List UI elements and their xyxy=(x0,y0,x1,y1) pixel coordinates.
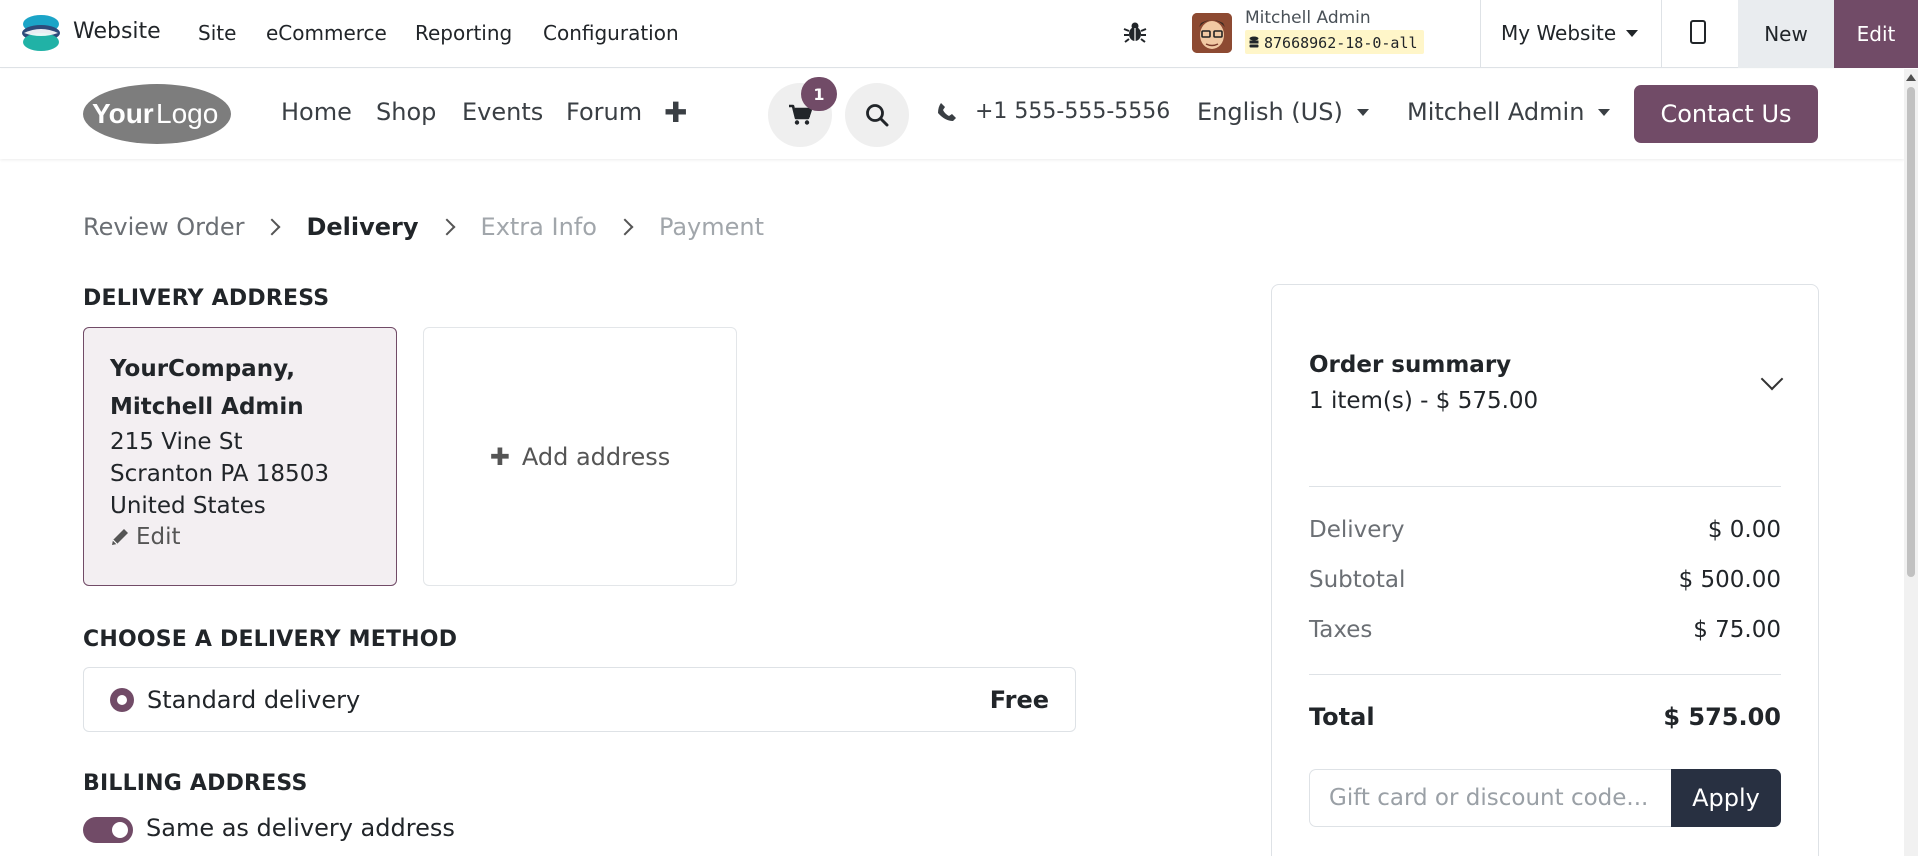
database-icon xyxy=(1249,36,1259,48)
summary-value: $ 0.00 xyxy=(1707,517,1781,543)
language-selector[interactable]: English (US) xyxy=(1197,98,1369,126)
menu-ecommerce[interactable]: eCommerce xyxy=(266,21,387,45)
website-app-icon[interactable] xyxy=(20,12,62,54)
caret-down-icon xyxy=(1626,29,1639,37)
admin-navbar: Website Site eCommerce Reporting Configu… xyxy=(0,0,1918,68)
phone-number: +1 555-555-5556 xyxy=(975,99,1171,124)
selected-address-card[interactable]: YourCompany, Mitchell Admin 215 Vine St … xyxy=(83,327,397,586)
menu-reporting[interactable]: Reporting xyxy=(415,21,512,45)
website-header: Your Logo Home Shop Events Forum ✚ 1 +1 … xyxy=(0,69,1904,159)
step-payment: Payment xyxy=(658,213,765,241)
edit-address-link[interactable]: Edit xyxy=(110,524,396,550)
summary-row-total: Total $ 575.00 xyxy=(1309,703,1781,731)
total-label: Total xyxy=(1309,703,1375,731)
same-as-delivery-toggle[interactable] xyxy=(83,817,133,843)
user-dropdown[interactable]: Mitchell Admin xyxy=(1407,98,1611,126)
divider xyxy=(1309,674,1781,675)
summary-label: Taxes xyxy=(1309,617,1373,643)
summary-row-taxes: Taxes $ 75.00 xyxy=(1309,617,1781,643)
same-as-delivery-label: Same as delivery address xyxy=(146,814,455,842)
order-summary-items: 1 item(s) - $ 575.00 xyxy=(1309,388,1539,414)
delivery-method-heading: CHOOSE A DELIVERY METHOD xyxy=(83,627,458,652)
add-menu-plus-icon[interactable]: ✚ xyxy=(664,96,687,129)
app-name[interactable]: Website xyxy=(73,19,161,44)
debug-bug-icon[interactable] xyxy=(1122,19,1148,45)
divider xyxy=(1309,486,1781,487)
menu-configuration[interactable]: Configuration xyxy=(543,21,679,45)
database-name: 87668962-18-0-all xyxy=(1264,34,1418,52)
nav-forum[interactable]: Forum xyxy=(566,98,642,126)
address-company: YourCompany, xyxy=(110,356,296,382)
admin-user-name[interactable]: Mitchell Admin xyxy=(1245,8,1371,28)
caret-down-icon xyxy=(1356,108,1369,116)
search-button[interactable] xyxy=(845,83,909,147)
nav-home[interactable]: Home xyxy=(281,98,352,126)
caret-down-icon xyxy=(1598,108,1611,116)
checkout-steps: Review Order Delivery Extra Info Payment xyxy=(83,213,764,241)
delivery-method-price: Free xyxy=(989,686,1049,714)
summary-label: Delivery xyxy=(1309,517,1405,543)
search-icon xyxy=(866,104,889,127)
mobile-preview-icon[interactable] xyxy=(1690,20,1706,44)
chevron-down-icon[interactable] xyxy=(1760,367,1784,391)
address-street: 215 Vine St xyxy=(110,429,243,455)
delivery-address-heading: DELIVERY ADDRESS xyxy=(83,286,330,311)
user-dropdown-label: Mitchell Admin xyxy=(1407,98,1585,126)
summary-row-subtotal: Subtotal $ 500.00 xyxy=(1309,567,1781,593)
phone-link[interactable]: +1 555-555-5556 xyxy=(937,99,1170,124)
summary-row-delivery: Delivery $ 0.00 xyxy=(1309,517,1781,543)
address-city: Scranton PA 18503 xyxy=(110,461,329,487)
step-extra-info: Extra Info xyxy=(480,213,597,241)
add-address-card[interactable]: ✚ Add address xyxy=(423,327,737,586)
website-switcher[interactable]: My Website xyxy=(1501,21,1639,45)
step-delivery: Delivery xyxy=(306,213,419,241)
summary-label: Subtotal xyxy=(1309,567,1406,593)
promo-code-form: Apply xyxy=(1309,769,1781,827)
website-switcher-label: My Website xyxy=(1501,21,1617,45)
chevron-right-icon xyxy=(438,218,456,236)
billing-address-heading: BILLING ADDRESS xyxy=(83,771,308,796)
chevron-right-icon xyxy=(263,218,281,236)
database-badge: 87668962-18-0-all xyxy=(1245,30,1424,54)
delivery-method-name: Standard delivery xyxy=(147,686,361,714)
total-value: $ 575.00 xyxy=(1663,703,1781,731)
language-label: English (US) xyxy=(1197,98,1343,126)
summary-value: $ 75.00 xyxy=(1693,617,1781,643)
phone-icon xyxy=(938,102,956,121)
summary-value: $ 500.00 xyxy=(1678,567,1781,593)
order-summary-panel: Order summary 1 item(s) - $ 575.00 Deliv… xyxy=(1271,284,1819,856)
menu-site[interactable]: Site xyxy=(198,21,236,45)
svg-text:Your: Your xyxy=(92,98,154,129)
nav-shop[interactable]: Shop xyxy=(376,98,436,126)
delivery-method-option[interactable]: Standard delivery Free xyxy=(83,667,1076,732)
apply-promo-button[interactable]: Apply xyxy=(1671,769,1781,827)
scroll-up-arrow-icon[interactable] xyxy=(1906,74,1916,81)
your-logo[interactable]: Your Logo xyxy=(82,83,232,145)
contact-us-button[interactable]: Contact Us xyxy=(1634,85,1818,143)
delivery-method-radio[interactable] xyxy=(110,688,134,712)
user-avatar[interactable] xyxy=(1192,13,1232,53)
edit-button[interactable]: Edit xyxy=(1834,0,1918,68)
plus-icon: ✚ xyxy=(489,442,510,471)
promo-code-input[interactable] xyxy=(1309,769,1671,827)
cart-count-badge: 1 xyxy=(801,77,837,111)
add-address-label: Add address xyxy=(521,442,671,471)
edit-address-label: Edit xyxy=(136,524,181,550)
svg-text:Logo: Logo xyxy=(156,98,218,129)
order-summary-title[interactable]: Order summary xyxy=(1309,352,1511,378)
pencil-icon xyxy=(112,529,128,545)
new-button[interactable]: New xyxy=(1738,0,1834,68)
chevron-right-icon xyxy=(616,218,634,236)
nav-events[interactable]: Events xyxy=(462,98,543,126)
address-contact-name: Mitchell Admin xyxy=(110,394,304,420)
scrollbar-thumb[interactable] xyxy=(1907,87,1915,577)
address-country: United States xyxy=(110,493,266,519)
step-review-order[interactable]: Review Order xyxy=(83,213,244,241)
